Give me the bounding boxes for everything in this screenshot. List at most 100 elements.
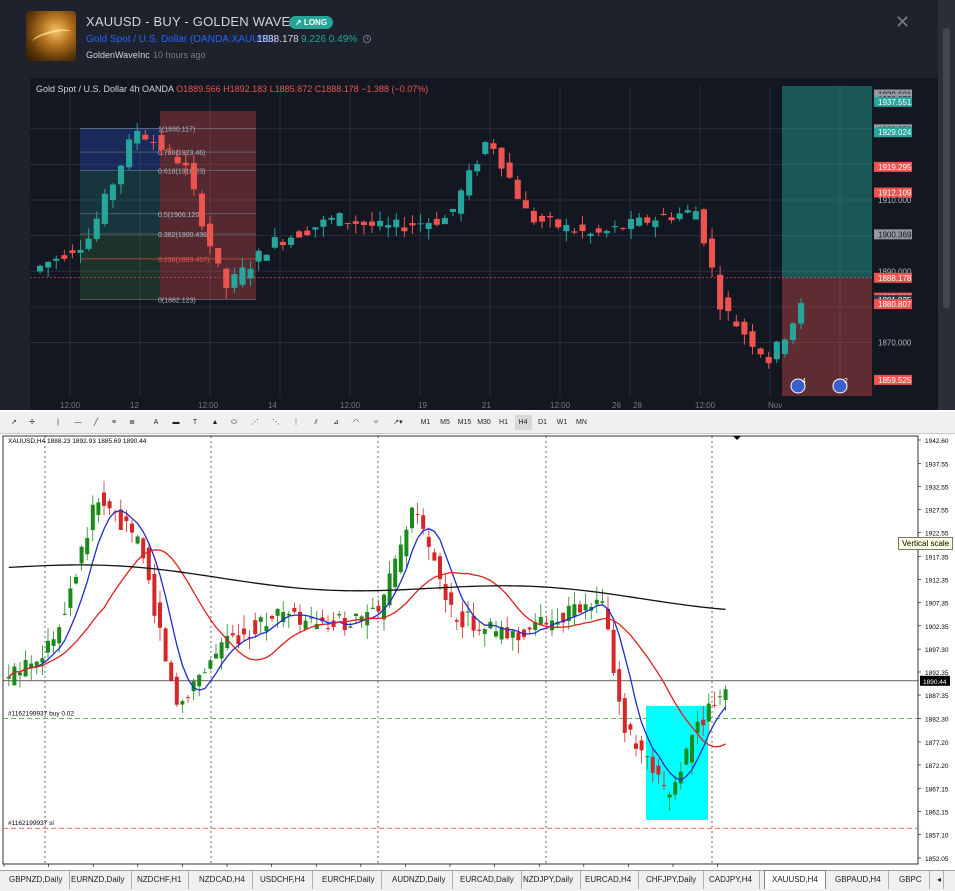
text-label-tool-icon[interactable]: T — [189, 415, 201, 430]
andrews-tool-icon[interactable]: ⋱ — [270, 415, 282, 430]
tv-scrollbar-thumb[interactable] — [943, 28, 950, 308]
ellipse-tool-icon[interactable]: ⬭ — [228, 415, 240, 430]
chart-tab[interactable]: AUDNZD,Daily — [385, 871, 454, 889]
tv-candle — [304, 230, 311, 236]
mt4-candle — [348, 626, 353, 628]
mt4-candle — [494, 631, 498, 637]
symbol-name[interactable]: Gold Spot / U.S. Dollar — [86, 34, 187, 45]
fibonacci-tool-icon[interactable]: ≣ — [126, 415, 138, 430]
mt4-chart[interactable]: #1162199937 buy 0.02 #1162199937 sl XAUUSD… — [0, 434, 955, 882]
tv-candle — [401, 227, 408, 232]
vertical-line-tool-icon[interactable]: | — [52, 415, 64, 430]
mt4-candle — [298, 611, 302, 625]
mt4-price-label: 1907.35 — [925, 601, 949, 608]
author-name[interactable]: GoldenWaveInc — [86, 50, 150, 60]
mt4-candle — [426, 536, 431, 547]
close-icon[interactable]: ✕ — [895, 12, 910, 33]
last-price: 1888.178 — [257, 34, 299, 45]
chart-tab[interactable]: NZDCHF,H1 — [130, 871, 190, 889]
cursor-tool-icon[interactable]: ➚ — [8, 415, 20, 430]
horizontal-line-tool-icon[interactable]: — — [72, 415, 84, 430]
tv-candle — [700, 209, 707, 244]
chart-tab[interactable]: EURCHF,Daily — [315, 871, 383, 889]
tradingview-chart-canvas[interactable]: 1(1930.117) 0.786(1923.46) 0.618(1918.23) 0… — [30, 78, 938, 410]
tv-price-label: 1910.000 — [878, 196, 912, 205]
tv-candle — [198, 193, 206, 227]
chart-tab[interactable]: EURCAD,H4 — [578, 871, 640, 889]
timeframe-d1[interactable]: D1 — [534, 415, 551, 430]
symbol-link[interactable]: Gold Spot / U.S. Dollar (OANDA:XAUUSD) — [86, 34, 277, 45]
tv-candle — [134, 130, 141, 144]
fib-level-label: 0(1882.123) — [158, 297, 196, 304]
timeframe-m1[interactable]: M1 — [417, 415, 434, 430]
idea-title[interactable]: XAUUSD - BUY - GOLDEN WAVE INC — [86, 14, 317, 29]
fib-fan-tool-icon[interactable]: ⊿ — [330, 415, 342, 430]
crosshair-tool-icon[interactable]: ✛ — [26, 415, 38, 430]
fib-arc-tool-icon[interactable]: ◠ — [350, 415, 362, 430]
tv-candle — [530, 211, 537, 223]
tv-candle — [320, 219, 327, 227]
chart-tab[interactable]: GBPC — [892, 871, 930, 889]
tradingview-chart[interactable]: 1(1930.117) 0.786(1923.46) 0.618(1918.23) 0… — [30, 78, 938, 410]
clock-icon — [362, 34, 372, 44]
mt4-candle — [12, 666, 17, 686]
chart-tab[interactable]: NZDCAD,H4 — [192, 871, 253, 889]
chart-tab[interactable]: USDCHF,H4 — [253, 871, 313, 889]
chart-tab[interactable]: GBPNZD,Daily — [2, 871, 71, 889]
timeframe-h1[interactable]: H1 — [495, 415, 512, 430]
chart-tab[interactable]: NZDJPY,Daily — [516, 871, 582, 889]
mt4-candle — [650, 756, 655, 773]
chart-tab[interactable]: EURNZD,Daily — [64, 871, 133, 889]
tv-scrollbar[interactable] — [938, 0, 955, 410]
tab-scroll-left-icon[interactable]: ◂ — [935, 871, 945, 889]
timeframe-m5[interactable]: M5 — [437, 415, 454, 430]
tv-candle — [142, 134, 149, 140]
trendline-tool-icon[interactable]: ╱ — [90, 415, 102, 430]
tv-candle — [377, 220, 384, 227]
chart-tab[interactable]: CHFJPY,Daily — [639, 871, 705, 889]
tv-candle — [263, 254, 270, 261]
mt4-chart-canvas[interactable]: #1162199937 buy 0.02 #1162199937 sl XAUUSD… — [0, 434, 955, 882]
mt4-candle — [326, 628, 330, 630]
pitchfork-tool-icon[interactable]: ⑂ — [370, 415, 382, 430]
gann-tool-icon[interactable]: ⋰ — [249, 415, 261, 430]
mt4-candle — [270, 616, 274, 619]
rectangle-tool-icon[interactable]: ▬ — [170, 415, 182, 430]
tv-candle — [692, 211, 699, 220]
timeframe-mn[interactable]: MN — [573, 415, 590, 430]
timeframe-m15[interactable]: M15 — [456, 415, 473, 430]
mt4-candle — [74, 576, 78, 584]
triangle-tool-icon[interactable]: ▲ — [209, 415, 221, 430]
regression-tool-icon[interactable]: ⫽ — [310, 415, 322, 430]
timeframe-w1[interactable]: W1 — [554, 415, 571, 430]
mt4-candle — [354, 613, 358, 617]
arrows-tool-icon[interactable]: ↗▾ — [389, 415, 407, 430]
tv-candle — [239, 267, 246, 285]
timeframe-m30[interactable]: M30 — [476, 415, 493, 430]
chart-tab[interactable]: GBPAUD,H4 — [828, 871, 889, 889]
tv-candle — [466, 170, 473, 196]
stop-loss-label: #1162199937 sl — [8, 820, 54, 827]
chart-tab[interactable]: XAUUSD,H4 — [764, 870, 826, 889]
chart-tab[interactable]: CADJPY,H4 — [702, 871, 760, 889]
mt4-candle — [118, 509, 123, 531]
tv-candle — [749, 331, 756, 347]
text-tool-icon[interactable]: A — [150, 415, 162, 430]
tv-time-label: 26 — [612, 401, 621, 410]
tv-candle — [85, 238, 92, 249]
tv-candle — [514, 179, 521, 199]
tv-candle — [441, 218, 448, 225]
idea-thumbnail[interactable] — [26, 11, 76, 61]
tv-candle — [328, 217, 335, 220]
mt4-candle — [292, 607, 297, 612]
tv-candle — [101, 193, 108, 225]
mt4-candle — [208, 660, 213, 669]
channel-tool-icon[interactable]: ≡ — [108, 415, 120, 430]
long-badge: ↗ LONG — [289, 16, 334, 29]
mt4-price-label: 1937.55 — [925, 461, 949, 468]
chart-tab[interactable]: EURCAD,Daily — [453, 871, 522, 889]
tv-candle — [781, 339, 788, 354]
tv-candle — [45, 261, 52, 268]
cycle-tool-icon[interactable]: ⋮ — [290, 415, 302, 430]
timeframe-h4[interactable]: H4 — [514, 415, 532, 430]
